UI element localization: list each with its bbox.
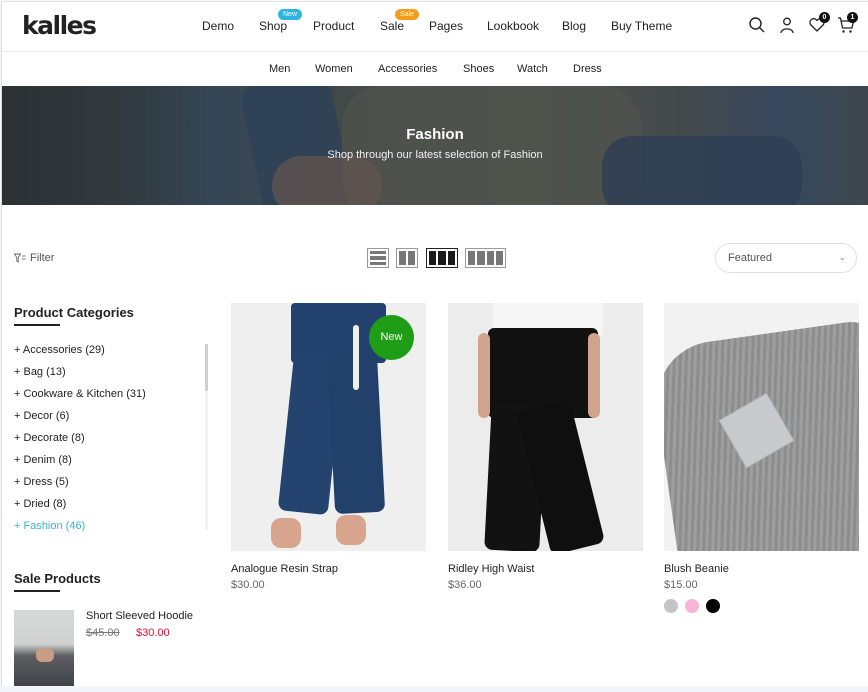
category-item[interactable]: + Bag (13) <box>14 366 194 388</box>
nav-label: Sale <box>380 19 405 33</box>
product-price: $36.00 <box>448 579 482 591</box>
product-image[interactable] <box>448 303 643 551</box>
product-name[interactable]: Analogue Resin Strap <box>231 563 426 575</box>
category-item[interactable]: + Decor (6) <box>14 410 194 432</box>
category-subnav: Men Women Accessories Shoes Watch Dress <box>2 53 868 86</box>
product-image[interactable]: New <box>231 303 426 551</box>
sort-value: Featured <box>728 252 773 264</box>
subnav-shoes[interactable]: Shoes <box>463 63 494 75</box>
product-image[interactable] <box>664 303 859 551</box>
subnav-watch[interactable]: Watch <box>517 63 548 75</box>
wishlist-button[interactable]: 0 <box>808 12 830 36</box>
categories-heading: Product Categories <box>14 305 134 320</box>
sale-badge: Sale <box>395 9 420 20</box>
color-swatches <box>664 599 859 613</box>
filter-label: Filter <box>30 252 55 264</box>
product-card: Blush Beanie $15.00 <box>664 303 859 613</box>
category-item[interactable]: + Decorate (8) <box>14 432 194 454</box>
layout-2col-button[interactable] <box>396 248 418 268</box>
sale-product-price: $30.00 <box>136 627 170 639</box>
subnav-women[interactable]: Women <box>315 63 353 75</box>
swatch-black[interactable] <box>706 599 720 613</box>
new-badge: New <box>278 9 303 20</box>
filter-icon <box>14 253 26 263</box>
nav-blog[interactable]: Blog <box>562 19 586 33</box>
swatch-pink[interactable] <box>685 599 699 613</box>
subnav-dress[interactable]: Dress <box>573 63 602 75</box>
heading-underline <box>14 324 60 326</box>
sale-product-image[interactable] <box>14 610 74 686</box>
page-title: Fashion <box>406 126 464 143</box>
nav-product[interactable]: Product <box>313 19 354 33</box>
product-card: Ridley High Waist $36.00 <box>448 303 643 591</box>
sale-product-name[interactable]: Short Sleeved Hoodie <box>86 610 193 622</box>
hero-banner: Fashion Shop through our latest selectio… <box>2 86 868 205</box>
nav-label: Product <box>313 19 355 33</box>
hero-overlay <box>2 86 868 205</box>
sale-products-heading: Sale Products <box>14 571 101 586</box>
category-item[interactable]: + Accessories (29) <box>14 344 194 366</box>
cart-button[interactable]: 1 <box>837 12 858 36</box>
category-item[interactable]: + Dried (8) <box>14 498 194 520</box>
heading-underline <box>14 590 60 592</box>
nav-label: Demo <box>202 19 235 33</box>
nav-shop[interactable]: Shop New <box>259 9 303 33</box>
cart-count: 1 <box>847 12 858 23</box>
layout-3col-button[interactable] <box>426 248 458 268</box>
nav-buy-theme[interactable]: Buy Theme <box>611 19 672 33</box>
new-badge: New <box>369 315 414 360</box>
nav-pages[interactable]: Pages <box>429 19 463 33</box>
sort-select[interactable]: Featured ⌄ <box>715 243 857 273</box>
nav-sale[interactable]: Sale Sale <box>380 9 420 33</box>
user-icon[interactable] <box>778 16 798 36</box>
nav-label: Shop <box>259 19 288 33</box>
product-price: $15.00 <box>664 579 698 591</box>
search-icon[interactable] <box>748 16 768 36</box>
category-list: + Accessories (29) + Bag (13) + Cookware… <box>14 344 194 542</box>
subnav-accessories[interactable]: Accessories <box>378 63 437 75</box>
filter-button[interactable]: Filter <box>14 252 54 264</box>
page-subtitle: Shop through our latest selection of Fas… <box>327 149 543 161</box>
chevron-down-icon: ⌄ <box>838 252 846 262</box>
page: kalles Demo Shop New Product Sale Sale P… <box>1 1 868 686</box>
nav-lookbook[interactable]: Lookbook <box>487 19 539 33</box>
category-item-active[interactable]: + Fashion (46) <box>14 520 194 542</box>
header-icons: 0 1 <box>738 12 868 38</box>
category-item[interactable]: + Denim (8) <box>14 454 194 476</box>
product-name[interactable]: Blush Beanie <box>664 563 859 575</box>
nav-demo[interactable]: Demo <box>202 19 234 33</box>
category-item[interactable]: + Dress (5) <box>14 476 194 498</box>
site-header: kalles Demo Shop New Product Sale Sale P… <box>2 2 868 52</box>
product-card: New Analogue Resin Strap $30.00 <box>231 303 426 591</box>
nav-label: Pages <box>429 19 464 33</box>
product-price: $30.00 <box>231 579 265 591</box>
category-item[interactable]: + Cookware & Kitchen (31) <box>14 388 194 410</box>
product-name[interactable]: Ridley High Waist <box>448 563 643 575</box>
nav-label: Lookbook <box>487 19 540 33</box>
category-scrollbar-thumb[interactable] <box>205 344 208 391</box>
layout-list-button[interactable] <box>367 248 389 268</box>
nav-label: Blog <box>562 19 587 33</box>
nav-label: Buy Theme <box>611 19 673 33</box>
layout-4col-button[interactable] <box>465 248 506 268</box>
bottom-strip <box>0 686 868 692</box>
subnav-men[interactable]: Men <box>269 63 290 75</box>
wishlist-count: 0 <box>819 12 830 23</box>
sale-product-old-price: $45.00 <box>86 627 120 639</box>
swatch-grey[interactable] <box>664 599 678 613</box>
logo[interactable]: kalles <box>22 11 97 40</box>
